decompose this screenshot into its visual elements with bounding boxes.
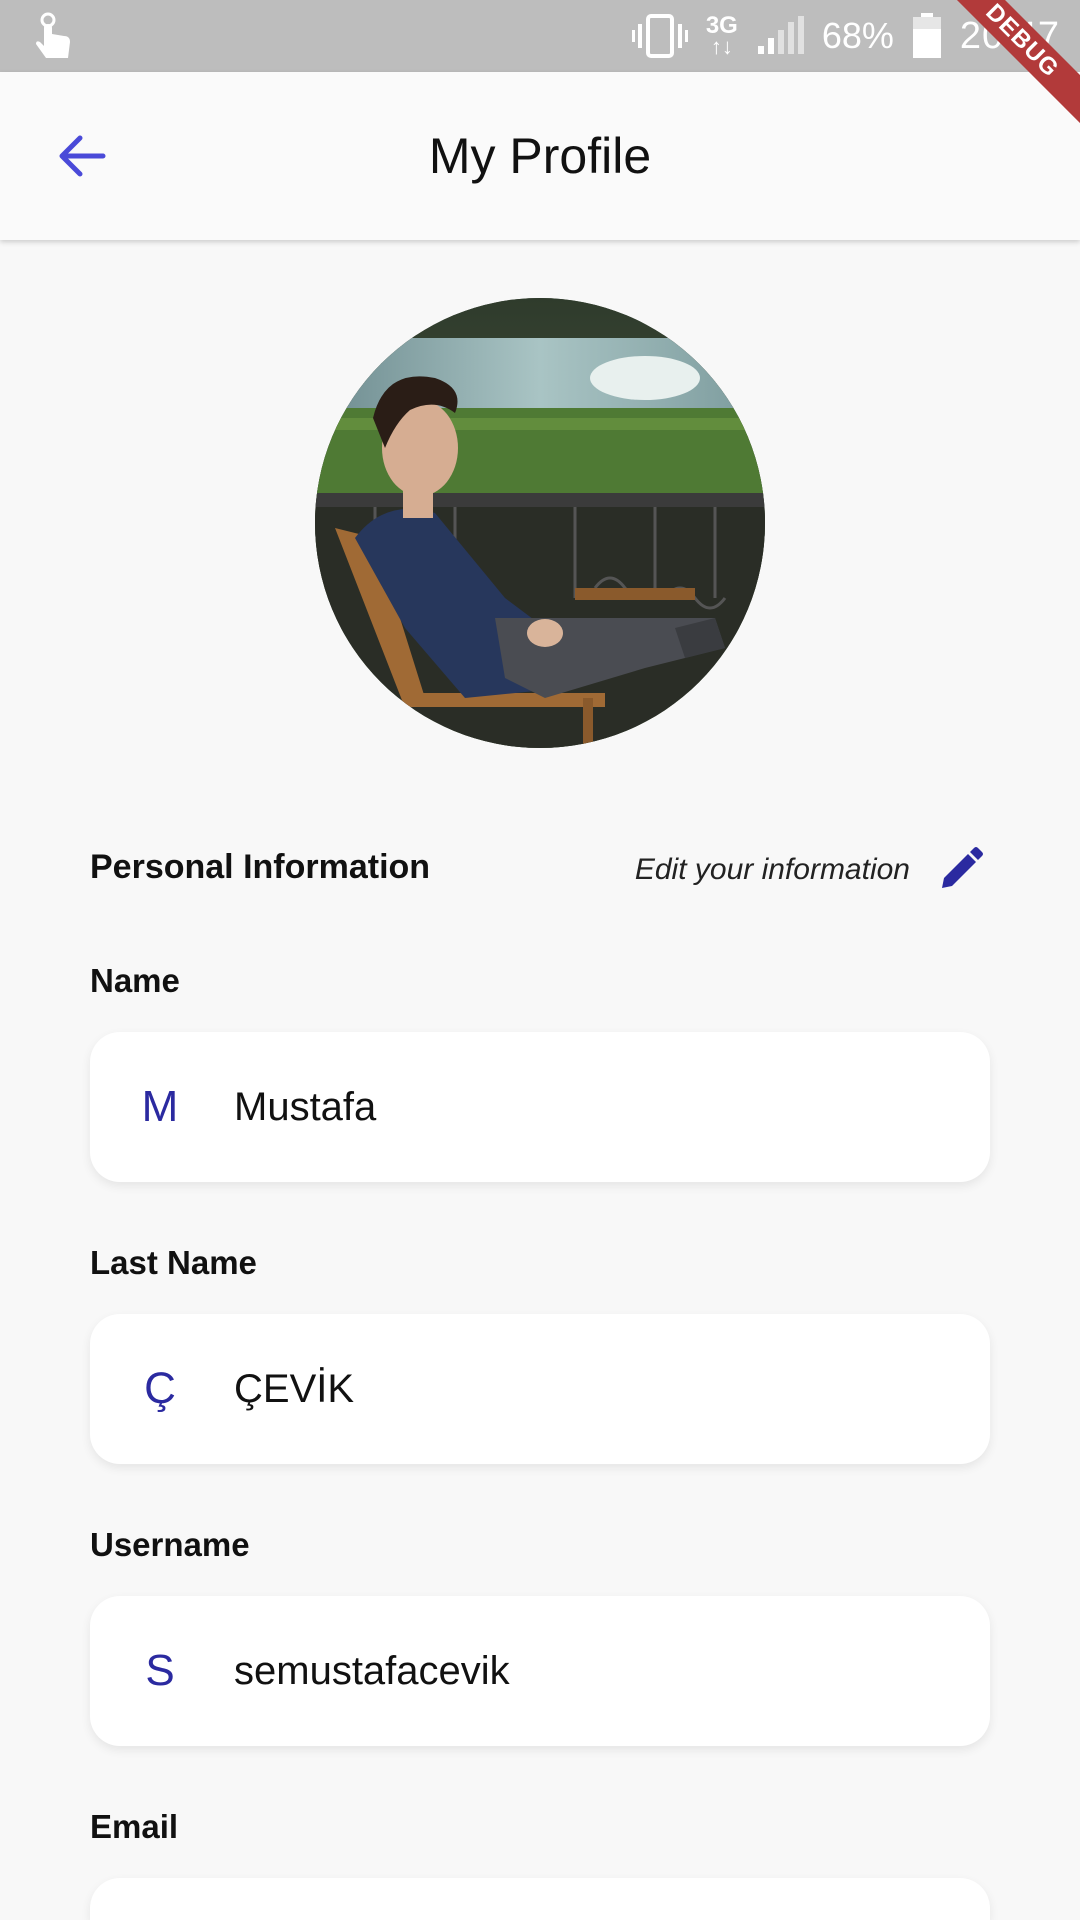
section-title: Personal Information (90, 848, 431, 886)
name-field[interactable]: M Mustafa (90, 1032, 990, 1182)
touch-icon (36, 12, 70, 58)
name-value: Mustafa (234, 1084, 377, 1129)
name-initial: M (141, 1082, 179, 1131)
profile-photo (315, 298, 765, 748)
network-type: 3G ↑↓ (706, 14, 738, 58)
username-value: semustafacevik (234, 1648, 510, 1693)
app-bar: My Profile (0, 72, 1080, 240)
edit-information-label: Edit your information (634, 853, 910, 886)
email-label: Email (90, 1808, 179, 1845)
username-label: Username (90, 1526, 250, 1563)
email-field[interactable] (90, 1878, 990, 1920)
last-name-initial: Ç (144, 1364, 176, 1413)
page-title: My Profile (428, 128, 652, 184)
last-name-field[interactable]: Ç ÇEVİK (90, 1314, 990, 1464)
edit-information-button[interactable]: Edit your information (635, 846, 984, 894)
last-name-value: ÇEVİK (234, 1366, 355, 1411)
network-arrows: ↑↓ (710, 34, 733, 59)
vibrate-icon (631, 14, 688, 58)
signal-icon (757, 16, 804, 54)
username-initial: S (145, 1646, 175, 1695)
username-field[interactable]: S semustafacevik (90, 1596, 990, 1746)
name-label: Name (90, 962, 180, 999)
battery-percent: 68% (821, 15, 894, 56)
status-bar: 3G ↑↓ 68% 20:47 (0, 0, 1080, 72)
last-name-label: Last Name (90, 1244, 257, 1281)
battery-icon (912, 13, 941, 58)
avatar[interactable] (315, 298, 765, 748)
pencil-icon[interactable] (936, 846, 984, 894)
